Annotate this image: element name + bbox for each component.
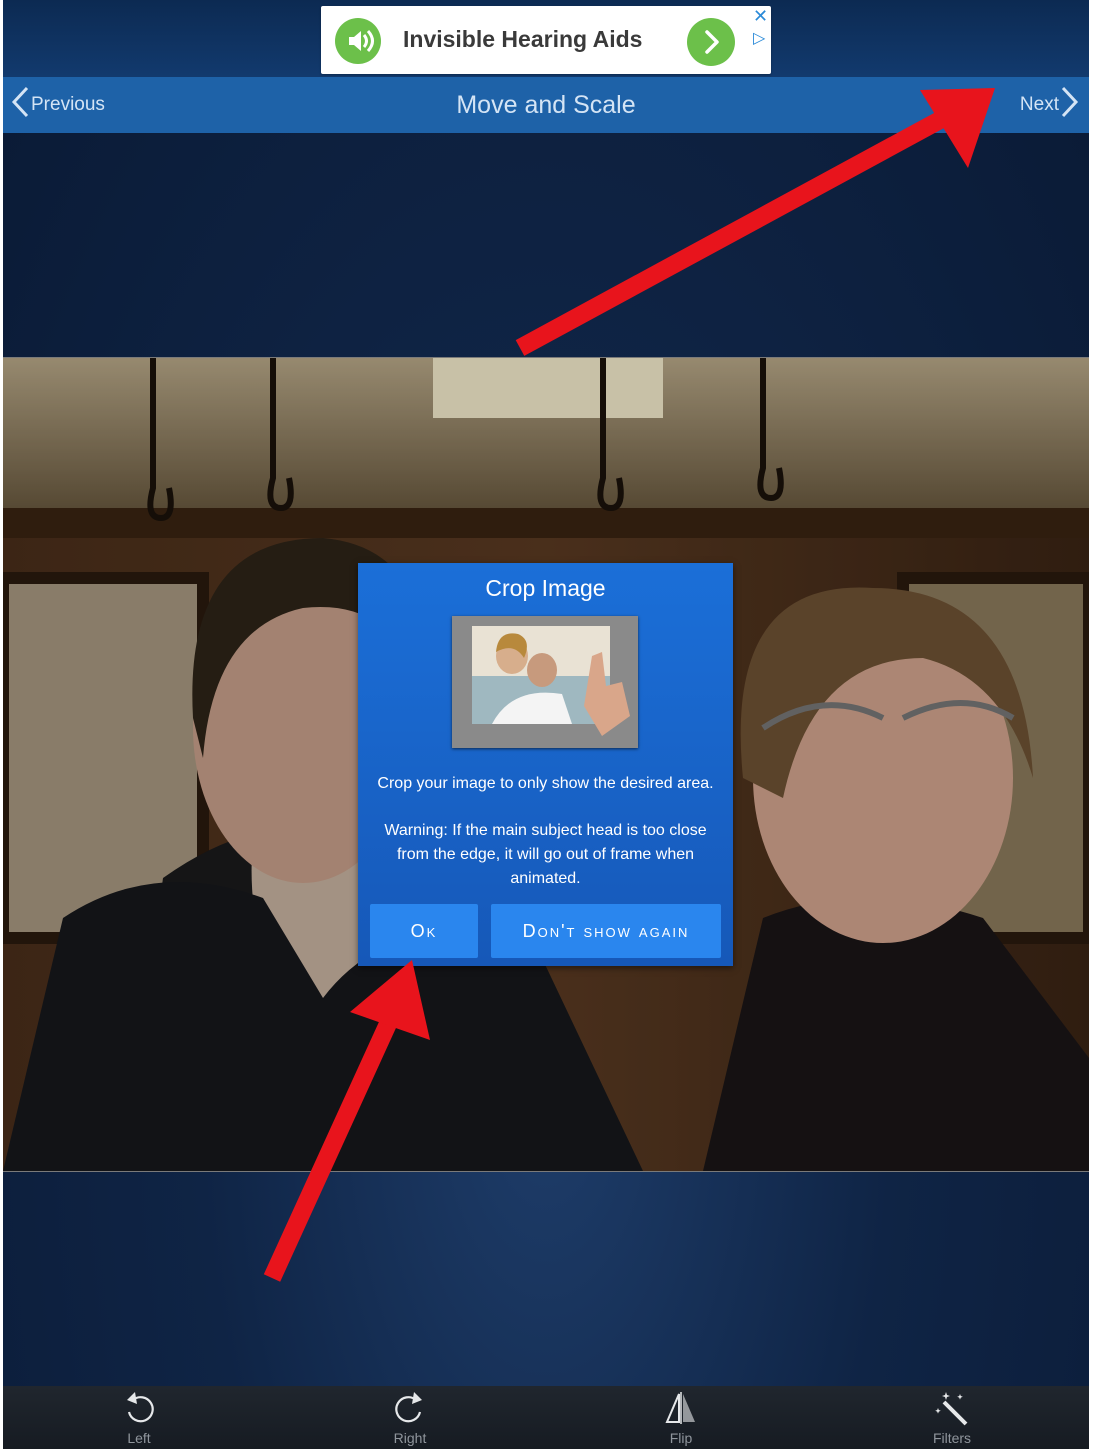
chevron-right-icon <box>1059 85 1081 125</box>
rotate-right-button[interactable]: Right <box>370 1388 450 1448</box>
flip-button[interactable]: Flip <box>641 1388 721 1448</box>
ad-area: Invisible Hearing Aids ✕ ▷ <box>3 0 1089 77</box>
filters-label: Filters <box>932 1430 972 1446</box>
page-title: Move and Scale <box>456 91 636 119</box>
speaker-icon <box>335 18 381 64</box>
app-screen: Invisible Hearing Aids ✕ ▷ Previous Move… <box>3 0 1089 1449</box>
ad-close-icon[interactable]: ✕ <box>753 6 768 27</box>
flip-icon <box>641 1388 721 1428</box>
bottom-toolbar: Left Right Flip Filters <box>3 1386 1089 1449</box>
page-margin <box>1089 0 1096 1449</box>
ad-banner[interactable]: Invisible Hearing Aids ✕ ▷ <box>321 6 771 74</box>
ad-title[interactable]: Invisible Hearing Aids <box>403 26 642 53</box>
dialog-title: Crop Image <box>485 575 606 601</box>
rotate-left-button[interactable]: Left <box>99 1388 179 1448</box>
crop-image-dialog: Crop Image Crop your image to only show … <box>358 563 733 966</box>
dont-show-again-button[interactable]: Don't show again <box>491 904 721 958</box>
dialog-message: Crop your image to only show the desired… <box>377 775 714 792</box>
rotate-right-icon <box>370 1388 450 1428</box>
ad-choices-icon[interactable]: ▷ <box>753 28 765 48</box>
dialog-warning: Warning: If the main subject head is too… <box>384 822 707 887</box>
rotate-right-label: Right <box>393 1430 427 1446</box>
magic-wand-icon <box>912 1388 992 1428</box>
flip-label: Flip <box>669 1430 693 1446</box>
next-button[interactable]: Next <box>1019 85 1081 125</box>
filters-button[interactable]: Filters <box>912 1388 992 1448</box>
next-label: Next <box>1019 94 1059 115</box>
rotate-left-icon <box>99 1388 179 1428</box>
chevron-right-icon[interactable] <box>687 18 735 66</box>
crop-illustration <box>452 616 638 748</box>
rotate-left-label: Left <box>127 1430 151 1446</box>
nav-bar: Previous Move and Scale Next <box>3 77 1089 133</box>
ok-button[interactable]: Ok <box>370 904 478 958</box>
